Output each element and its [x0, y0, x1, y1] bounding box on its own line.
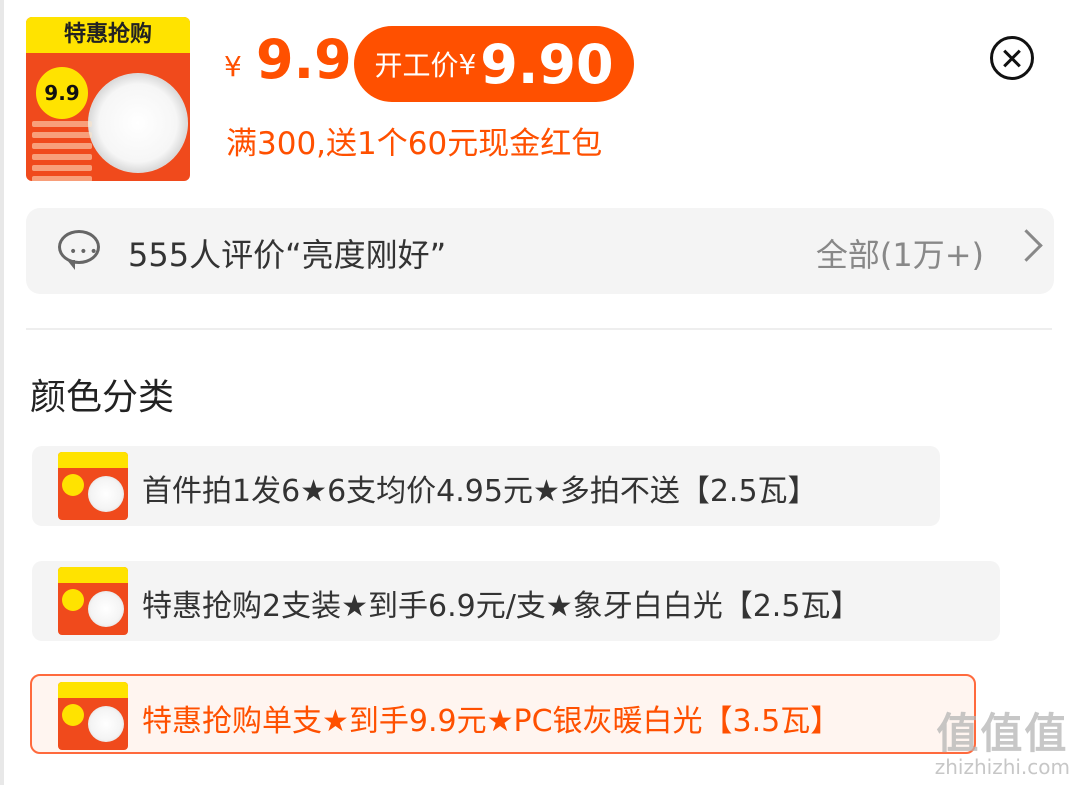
sku-thumbnail [58, 452, 128, 520]
review-summary-text: 555人评价“亮度刚好” [128, 236, 447, 274]
product-thumbnail[interactable]: 特惠抢购 9.9 [26, 17, 190, 181]
sku-label: 首件拍1发6★6支均价4.95元★多拍不送【2.5瓦】 [142, 474, 818, 509]
promo-price-pill: 开工价 ¥ 9.90 [354, 26, 634, 102]
section-title: 颜色分类 [30, 377, 175, 418]
promo-currency: ¥ [458, 47, 477, 81]
downlight-image [88, 73, 188, 173]
review-summary-bar[interactable]: ••• 555人评价“亮度刚好” 全部(1万+) [26, 208, 1054, 294]
price-currency: ¥ [224, 50, 242, 83]
watermark: 值值值 zhizhizhi.com [934, 709, 1070, 780]
reviews-all-link[interactable]: 全部(1万+) [816, 230, 984, 276]
sku-option-1[interactable]: 首件拍1发6★6支均价4.95元★多拍不送【2.5瓦】 [32, 446, 940, 526]
subsidy-text: 满300,送1个60元现金红包 [226, 126, 603, 162]
close-icon[interactable] [990, 36, 1034, 80]
watermark-logo: 值值值 [936, 709, 1069, 758]
left-edge [0, 0, 4, 785]
promo-label: 开工价 [374, 49, 459, 82]
sku-label: 特惠抢购单支★到手9.9元★PC银灰暖白光【3.5瓦】 [142, 704, 841, 739]
price: 9.9 [256, 28, 352, 91]
promo-price: 9.90 [480, 32, 614, 96]
chevron-right-icon [1010, 229, 1043, 262]
sku-thumbnail [58, 682, 128, 750]
sku-option-3-selected[interactable]: 特惠抢购单支★到手9.9元★PC银灰暖白光【3.5瓦】 [30, 674, 976, 754]
thumbnail-specs [32, 121, 92, 181]
sku-option-2[interactable]: 特惠抢购2支装★到手6.9元/支★象牙白白光【2.5瓦】 [32, 561, 1000, 641]
thumbnail-price-badge: 9.9 [34, 65, 90, 121]
watermark-url: zhizhizhi.com [934, 755, 1070, 779]
comment-icon: ••• [58, 230, 100, 270]
sku-thumbnail [58, 567, 128, 635]
thumbnail-banner: 特惠抢购 [26, 17, 190, 53]
divider [26, 328, 1052, 330]
sku-label: 特惠抢购2支装★到手6.9元/支★象牙白白光【2.5瓦】 [142, 589, 861, 624]
